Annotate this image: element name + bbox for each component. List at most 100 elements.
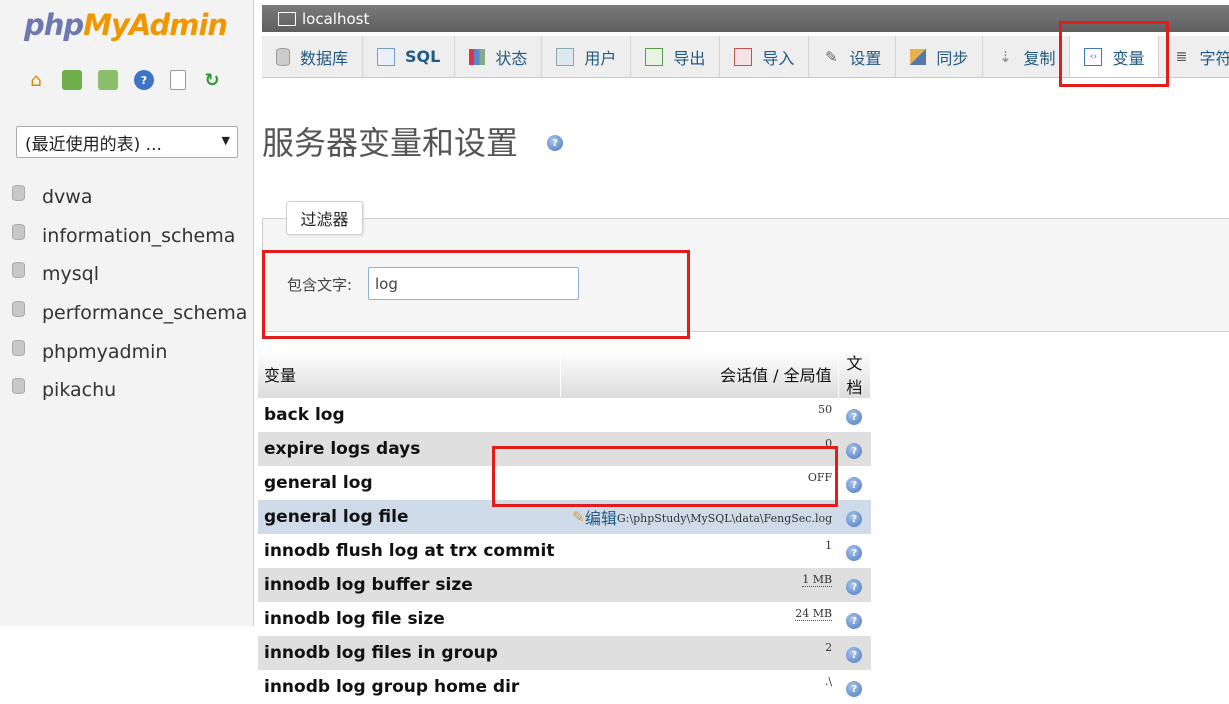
database-icon <box>12 301 25 318</box>
edit-link[interactable]: 编辑 <box>585 509 617 528</box>
doc-help-icon[interactable]: ? <box>846 443 863 460</box>
database-item[interactable]: information_schema <box>12 217 247 256</box>
variable-value: G:\phpStudy\MySQL\data\FengSec.log <box>616 512 833 525</box>
table-row: innodb log file size 24 MB ? <box>258 602 871 636</box>
status-icon <box>469 48 486 65</box>
doc-help-icon[interactable]: ? <box>846 477 863 494</box>
help-icon[interactable]: ? <box>547 135 563 151</box>
variable-name: innodb log file size <box>258 602 561 636</box>
settings-icon: ✎ <box>825 47 838 66</box>
filter-text-input[interactable] <box>368 267 579 300</box>
charset-icon: ≣ <box>1175 48 1188 65</box>
tab-replication[interactable]: ⇣ 复制 <box>983 36 1071 77</box>
sql-icon <box>377 47 396 66</box>
variable-value[interactable]: 2 <box>560 636 839 670</box>
table-row: expire logs days 0 ? <box>258 432 871 466</box>
database-icon <box>12 378 25 395</box>
import-icon <box>734 47 753 66</box>
docs-icon[interactable] <box>170 70 186 90</box>
variable-value[interactable]: 0 <box>560 432 839 466</box>
nav-icon-bar: ⌂ ? ↻ <box>26 70 222 91</box>
sync-icon <box>910 48 927 65</box>
export-icon <box>645 47 664 66</box>
variable-value: 24 MB <box>795 607 833 621</box>
tab-import[interactable]: 导入 <box>720 36 810 77</box>
tab-export[interactable]: 导出 <box>631 36 721 77</box>
database-icon <box>12 262 25 279</box>
table-row: innodb log group home dir .\ ? <box>258 670 871 704</box>
column-header-value: 会话值 / 全局值 <box>560 350 839 398</box>
tab-databases[interactable]: 数据库 <box>262 36 364 77</box>
tab-sync[interactable]: 同步 <box>896 36 984 77</box>
server-breadcrumb: localhost <box>262 5 1229 32</box>
recent-tables-value: (最近使用的表) ... <box>25 134 162 155</box>
help-icon[interactable]: ? <box>134 70 154 90</box>
tab-sql[interactable]: SQL <box>363 36 456 77</box>
variable-value[interactable]: OFF <box>560 466 839 500</box>
database-item[interactable]: dvwa <box>12 178 247 217</box>
variable-name: general log file <box>258 500 561 534</box>
variable-value[interactable]: 1 <box>560 534 839 568</box>
column-header-variable: 变量 <box>258 350 561 398</box>
doc-help-icon[interactable]: ? <box>846 579 863 596</box>
tab-settings[interactable]: ✎ 设置 <box>809 36 897 77</box>
tab-users[interactable]: 用户 <box>542 36 632 77</box>
page-title: 服务器变量和设置 <box>262 124 519 162</box>
variable-value-cell: ✎编辑G:\phpStudy\MySQL\data\FengSec.log <box>560 500 839 534</box>
doc-help-icon[interactable]: ? <box>846 545 863 562</box>
variable-name: innodb log files in group <box>258 636 561 670</box>
column-header-doc: 文档 <box>838 350 872 398</box>
doc-help-icon[interactable]: ? <box>846 647 863 664</box>
exit-icon[interactable] <box>62 70 82 90</box>
recent-tables-select[interactable]: (最近使用的表) ... ▼ <box>16 126 238 158</box>
doc-help-icon[interactable]: ? <box>846 681 863 698</box>
variable-value-cell[interactable]: 24 MB <box>560 602 839 636</box>
variable-value-cell[interactable]: 1 MB <box>560 568 839 602</box>
filter-legend: 过滤器 <box>286 201 363 235</box>
replication-icon: ⇣ <box>999 47 1012 66</box>
tab-charsets[interactable]: ≣ 字符 <box>1159 36 1229 77</box>
table-row: innodb log buffer size 1 MB ? <box>258 568 871 602</box>
database-item[interactable]: mysql <box>12 255 247 294</box>
table-row: general log file ✎编辑G:\phpStudy\MySQL\da… <box>258 500 871 534</box>
variable-name: innodb log group home dir <box>258 670 561 704</box>
database-item[interactable]: performance_schema <box>12 294 247 333</box>
database-item[interactable]: phpmyadmin <box>12 332 247 371</box>
reload-icon[interactable]: ↻ <box>202 70 222 91</box>
doc-help-icon[interactable]: ? <box>846 511 863 528</box>
chevron-down-icon: ▼ <box>221 134 230 147</box>
database-icon <box>12 223 25 240</box>
database-item[interactable]: pikachu <box>12 371 247 410</box>
variables-table: 变量 会话值 / 全局值 文档 back log 50 ? expire log… <box>258 350 872 704</box>
tab-status[interactable]: 状态 <box>455 36 543 77</box>
server-tabs: 数据库 SQL 状态 用户 导出 导入 ✎ 设置 同步 ⇣ 复制 ‹› 变量 ≣ 字符 <box>262 36 1229 78</box>
database-list: dvwa information_schema mysql performanc… <box>12 178 247 410</box>
users-icon <box>556 47 575 66</box>
sql-query-icon[interactable] <box>98 70 118 90</box>
variable-name: innodb flush log at trx commit <box>258 534 561 568</box>
filter-label: 包含文字: <box>287 276 353 294</box>
server-icon <box>278 11 296 26</box>
variables-icon: ‹› <box>1084 47 1103 66</box>
doc-help-icon[interactable]: ? <box>846 409 863 426</box>
table-row: general log OFF ? <box>258 466 871 500</box>
variable-name: general log <box>258 466 561 500</box>
database-icon <box>276 47 290 66</box>
database-icon <box>12 339 25 356</box>
tab-variables[interactable]: ‹› 变量 <box>1070 36 1160 77</box>
server-name-link[interactable]: localhost <box>302 10 369 28</box>
navigation-panel: phpMyAdmin ⌂ ? ↻ (最近使用的表) ... ▼ dvwa inf… <box>0 0 254 626</box>
pencil-icon[interactable]: ✎ <box>572 508 585 526</box>
table-row: innodb log files in group 2 ? <box>258 636 871 670</box>
table-row: innodb flush log at trx commit 1 ? <box>258 534 871 568</box>
variable-name: innodb log buffer size <box>258 568 561 602</box>
home-icon[interactable]: ⌂ <box>26 70 46 91</box>
doc-help-icon[interactable]: ? <box>846 613 863 630</box>
table-header-row: 变量 会话值 / 全局值 文档 <box>258 350 872 398</box>
phpmyadmin-logo[interactable]: phpMyAdmin <box>24 8 228 42</box>
variable-value[interactable]: .\ <box>560 670 839 704</box>
variable-value: 1 MB <box>802 573 833 587</box>
database-icon <box>12 185 25 202</box>
variable-value[interactable]: 50 <box>560 398 839 432</box>
variable-name: expire logs days <box>258 432 561 466</box>
